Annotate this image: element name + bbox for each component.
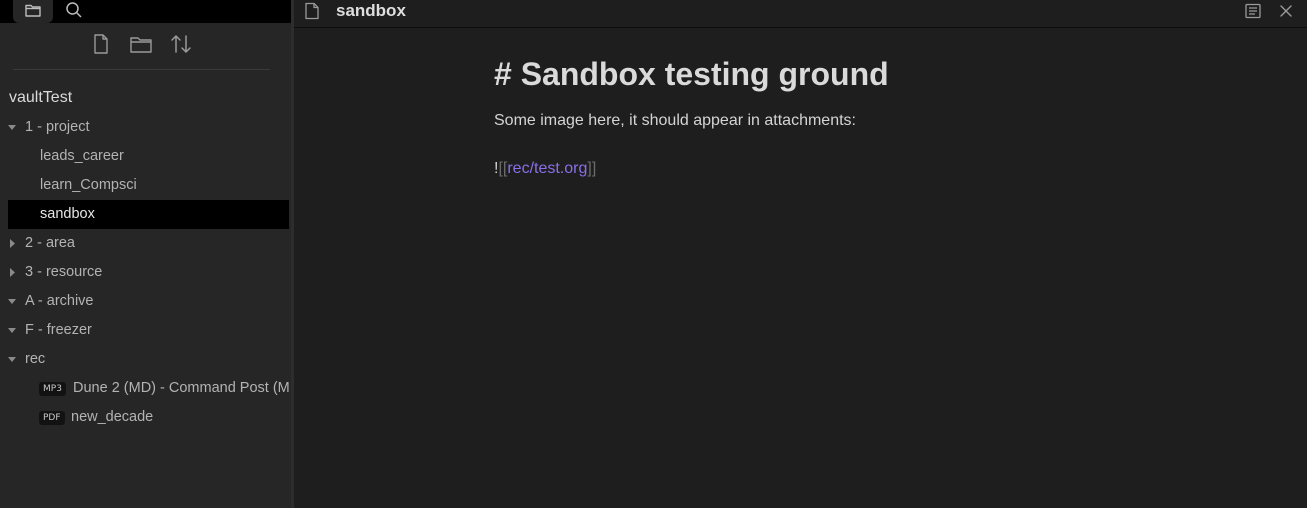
link-close-brackets: ]] [587,160,597,177]
chevron-down-icon [8,299,16,304]
new-folder-button[interactable] [129,32,153,56]
sidebar: vaultTest 1 - project leads_career learn… [0,0,291,508]
editor-pane: sandbox # Sandbox testing ground Some im… [294,0,1307,508]
sidebar-toolbar [0,28,291,60]
internal-link[interactable]: rec/test.org [507,160,587,177]
view-header: sandbox [294,0,1307,28]
chevron-right-icon [10,239,15,248]
folder-3-resource[interactable]: 3 - resource [0,258,291,287]
sidebar-tab-bar [0,0,291,23]
folder-label: 2 - area [25,235,75,251]
heading-1: # Sandbox testing ground [494,56,889,92]
folder-label: A - archive [25,293,94,309]
tab-file-explorer[interactable] [13,0,53,23]
folder-label: 1 - project [25,119,90,135]
tab-search[interactable] [64,0,84,25]
close-icon[interactable] [1278,3,1294,19]
file-label: learn_Compsci [40,177,137,193]
chevron-down-icon [8,357,16,362]
new-note-icon [94,34,108,54]
folder-label: rec [25,351,46,367]
chevron-down-icon [8,125,16,130]
file-new-decade-pdf[interactable]: PDF new_decade [8,403,289,432]
document-icon [305,2,319,20]
vault-name: vaultTest [9,89,73,106]
file-label: Dune 2 (MD) - Command Post (M [73,380,289,396]
folder-label: 3 - resource [25,264,103,280]
file-learn-compsci[interactable]: learn_Compsci [8,171,289,200]
chevron-right-icon [10,268,15,277]
sort-button[interactable] [169,32,193,56]
sort-icon [171,35,191,53]
file-type-badge: PDF [39,411,65,425]
file-label: new_decade [71,409,154,425]
file-dune-2-mp3[interactable]: MP3 Dune 2 (MD) - Command Post (M [8,374,289,403]
note-title[interactable]: sandbox [336,0,406,22]
new-note-button[interactable] [89,32,113,56]
folder-icon [25,4,41,17]
file-label: leads_career [40,148,124,164]
link-open-brackets: [[ [498,160,508,177]
file-label: sandbox [40,206,95,222]
folder-1-project[interactable]: 1 - project [0,113,291,142]
folder-2-area[interactable]: 2 - area [0,229,291,258]
folder-f-freezer[interactable]: F - freezer [0,316,291,345]
file-leads-career[interactable]: leads_career [8,142,289,171]
file-sandbox[interactable]: sandbox [8,200,289,229]
folder-label: F - freezer [25,322,92,338]
search-icon [66,2,82,18]
folder-a-archive[interactable]: A - archive [0,287,291,316]
chevron-down-icon [8,328,16,333]
paragraph: Some image here, it should appear in att… [494,112,856,129]
app-window: vaultTest 1 - project leads_career learn… [0,0,1307,508]
reading-view-icon[interactable] [1244,2,1262,20]
embed-link-line: ![[rec/test.org]] [494,160,596,178]
sidebar-divider [13,69,270,70]
file-type-badge: MP3 [39,382,66,396]
new-folder-icon [130,37,152,53]
folder-rec[interactable]: rec [0,345,291,374]
